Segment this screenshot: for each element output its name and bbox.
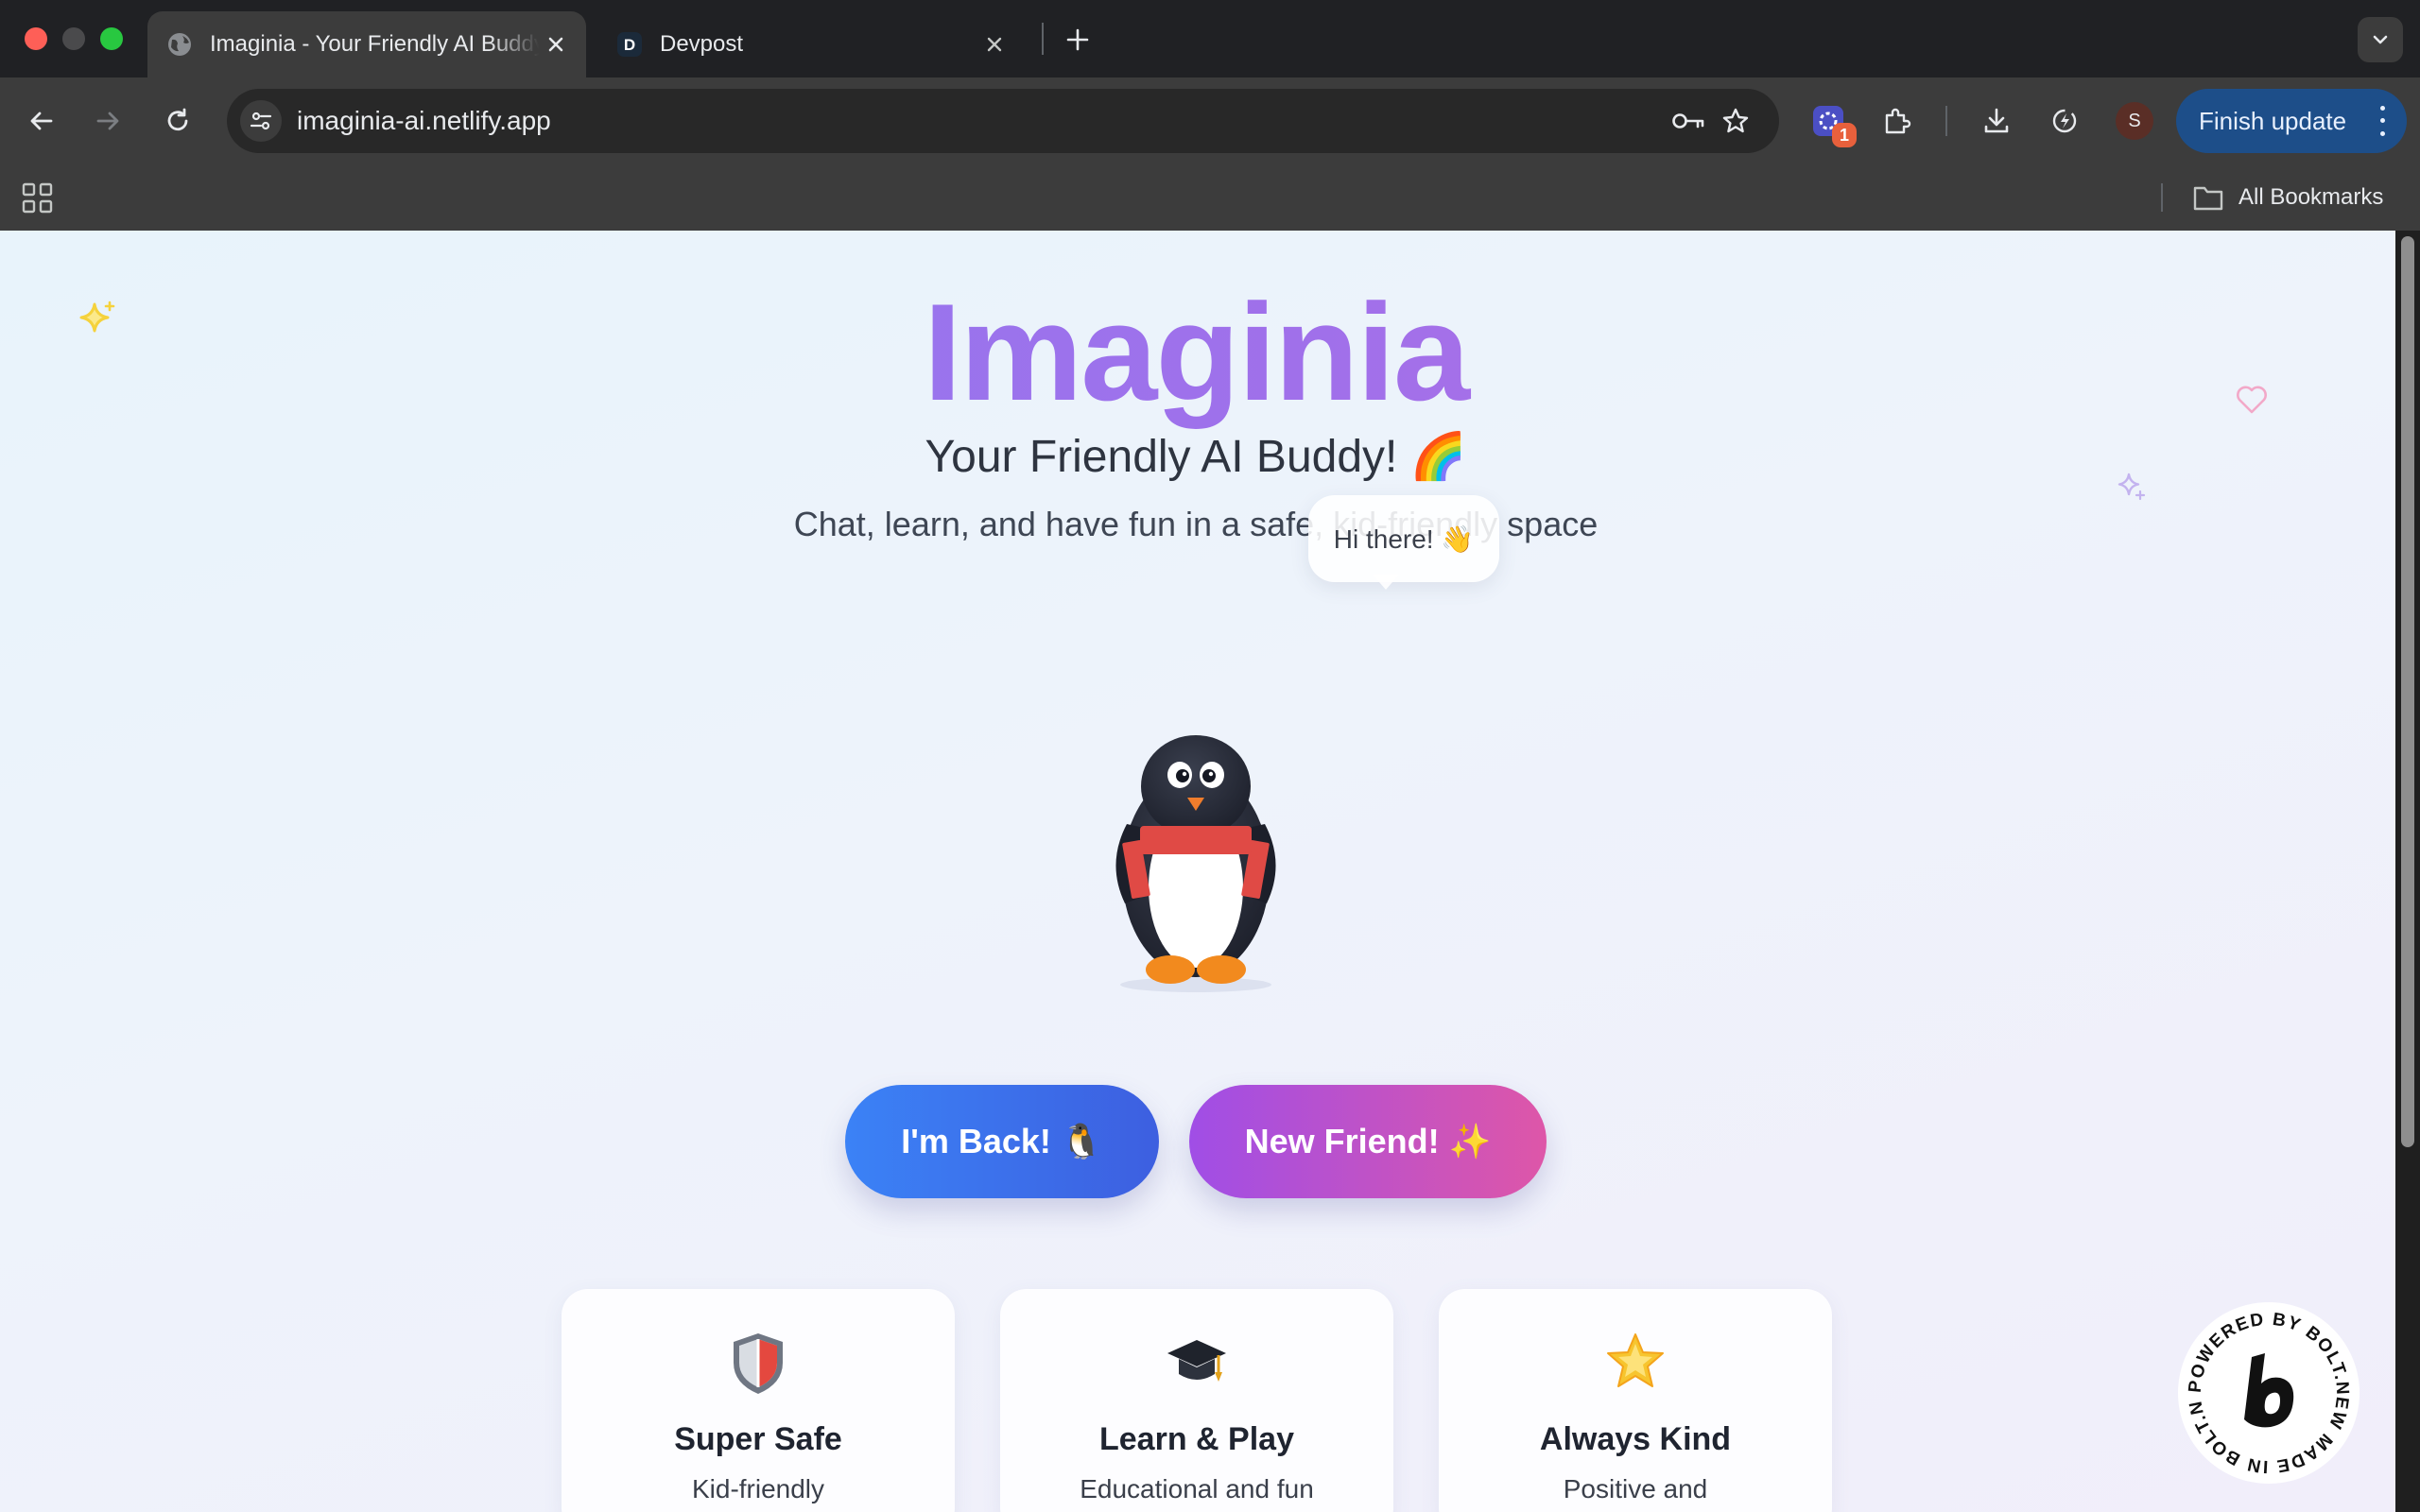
- reload-icon: [167, 108, 188, 131]
- feature-title: Always Kind: [1539, 1421, 1732, 1457]
- page-tagline: Chat, learn, and have fun in a safe, kid…: [793, 505, 1599, 543]
- all-bookmarks-label: All Bookmarks: [2238, 184, 2384, 210]
- globe-icon: [166, 31, 193, 58]
- tab-separator: [1042, 23, 1044, 55]
- all-bookmarks-button[interactable]: All Bookmarks: [2193, 178, 2383, 217]
- arrow-left-icon: [30, 112, 53, 130]
- profile-avatar[interactable]: S: [2116, 102, 2153, 140]
- tab-devpost[interactable]: D Devpost: [597, 11, 1025, 77]
- finish-update-button[interactable]: Finish update: [2176, 89, 2407, 153]
- finish-update-label: Finish update: [2199, 106, 2347, 135]
- bolt-badge-icon[interactable]: POWERED BY BOLT.NEW MADE IN BOLT.NEW: [2178, 1302, 2360, 1484]
- extensions-button[interactable]: [1876, 100, 1917, 142]
- url-text[interactable]: imaginia-ai.netlify.app: [297, 89, 551, 153]
- tune-icon: [250, 112, 272, 130]
- download-icon: [1984, 108, 2009, 133]
- graduation-cap-icon: [1000, 1331, 1393, 1399]
- feature-desc: Positive and: [1563, 1474, 1708, 1503]
- feature-card-safe: Super Safe Kid-friendly: [562, 1289, 955, 1512]
- password-key-icon[interactable]: [1668, 100, 1709, 142]
- new-tab-button[interactable]: [1059, 21, 1097, 59]
- speech-bubble-tail: [1373, 575, 1399, 590]
- penguin-mascot-icon[interactable]: [1068, 684, 1323, 996]
- feature-title: Super Safe: [674, 1421, 842, 1457]
- bookmark-star-icon[interactable]: [1715, 100, 1756, 142]
- site-info-button[interactable]: [240, 100, 282, 142]
- reload-button[interactable]: [157, 100, 199, 142]
- downloads-button[interactable]: [1976, 100, 2017, 142]
- app-title: Imaginia: [0, 272, 2392, 433]
- feature-card-learn: Learn & Play Educational and fun: [1000, 1289, 1393, 1512]
- apps-grid-icon[interactable]: [21, 181, 55, 215]
- scrollbar-track[interactable]: [2395, 231, 2420, 1512]
- puzzle-icon: [1885, 108, 1911, 134]
- devpost-favicon-icon: D: [616, 31, 643, 58]
- shield-icon: [562, 1331, 955, 1399]
- toolbar: imaginia-ai.netlify.app 1 S Finish updat…: [0, 77, 2420, 164]
- scrollbar-thumb[interactable]: [2401, 236, 2414, 1147]
- plus-icon: [1066, 28, 1089, 51]
- speech-bubble: Hi there! 👋: [1308, 495, 1499, 582]
- feature-desc: Educational and fun: [1080, 1474, 1314, 1503]
- folder-icon: [2193, 186, 2223, 211]
- page-viewport: Imaginia Your Friendly AI Buddy! 🌈 Chat,…: [0, 231, 2420, 1512]
- tab-imaginia[interactable]: Imaginia - Your Friendly AI Buddy: [147, 11, 586, 77]
- more-vert-icon[interactable]: [2373, 102, 2392, 140]
- close-tab-icon[interactable]: [977, 27, 1011, 61]
- tab-title: Devpost: [660, 31, 744, 57]
- speed-bolt-icon: [2052, 109, 2077, 133]
- page-subtitle: Your Friendly AI Buddy! 🌈: [925, 432, 1467, 482]
- feature-title: Learn & Play: [1099, 1421, 1294, 1457]
- devpost-favicon-letter: D: [624, 36, 635, 54]
- minimize-window-button[interactable]: [62, 27, 85, 50]
- close-tab-icon[interactable]: [539, 27, 573, 61]
- arrow-right-icon: [96, 112, 119, 130]
- tab-title: Imaginia - Your Friendly AI Buddy: [210, 31, 539, 57]
- feature-card-kind: Always Kind Positive and: [1439, 1289, 1832, 1512]
- back-button[interactable]: [21, 100, 62, 142]
- bookmark-bar: All Bookmarks: [0, 164, 2420, 231]
- feature-desc: Kid-friendly: [691, 1474, 825, 1503]
- toolbar-divider: [1945, 106, 1947, 136]
- tab-bar: Imaginia - Your Friendly AI Buddy D Devp…: [0, 0, 2420, 77]
- maximize-window-button[interactable]: [100, 27, 123, 50]
- star-icon: [1439, 1331, 1832, 1399]
- new-friend-button[interactable]: New Friend! ✨: [1189, 1085, 1547, 1198]
- extension-button[interactable]: 1: [1807, 100, 1857, 147]
- forward-button[interactable]: [87, 100, 129, 142]
- chevron-down-icon: [2373, 35, 2388, 44]
- extension-badge: 1: [1832, 123, 1857, 147]
- bookmark-divider: [2161, 183, 2163, 212]
- close-window-button[interactable]: [25, 27, 47, 50]
- address-bar[interactable]: imaginia-ai.netlify.app: [227, 89, 1779, 153]
- im-back-button[interactable]: I'm Back! 🐧: [845, 1085, 1159, 1198]
- performance-button[interactable]: [2044, 100, 2085, 142]
- tab-search-button[interactable]: [2358, 17, 2403, 62]
